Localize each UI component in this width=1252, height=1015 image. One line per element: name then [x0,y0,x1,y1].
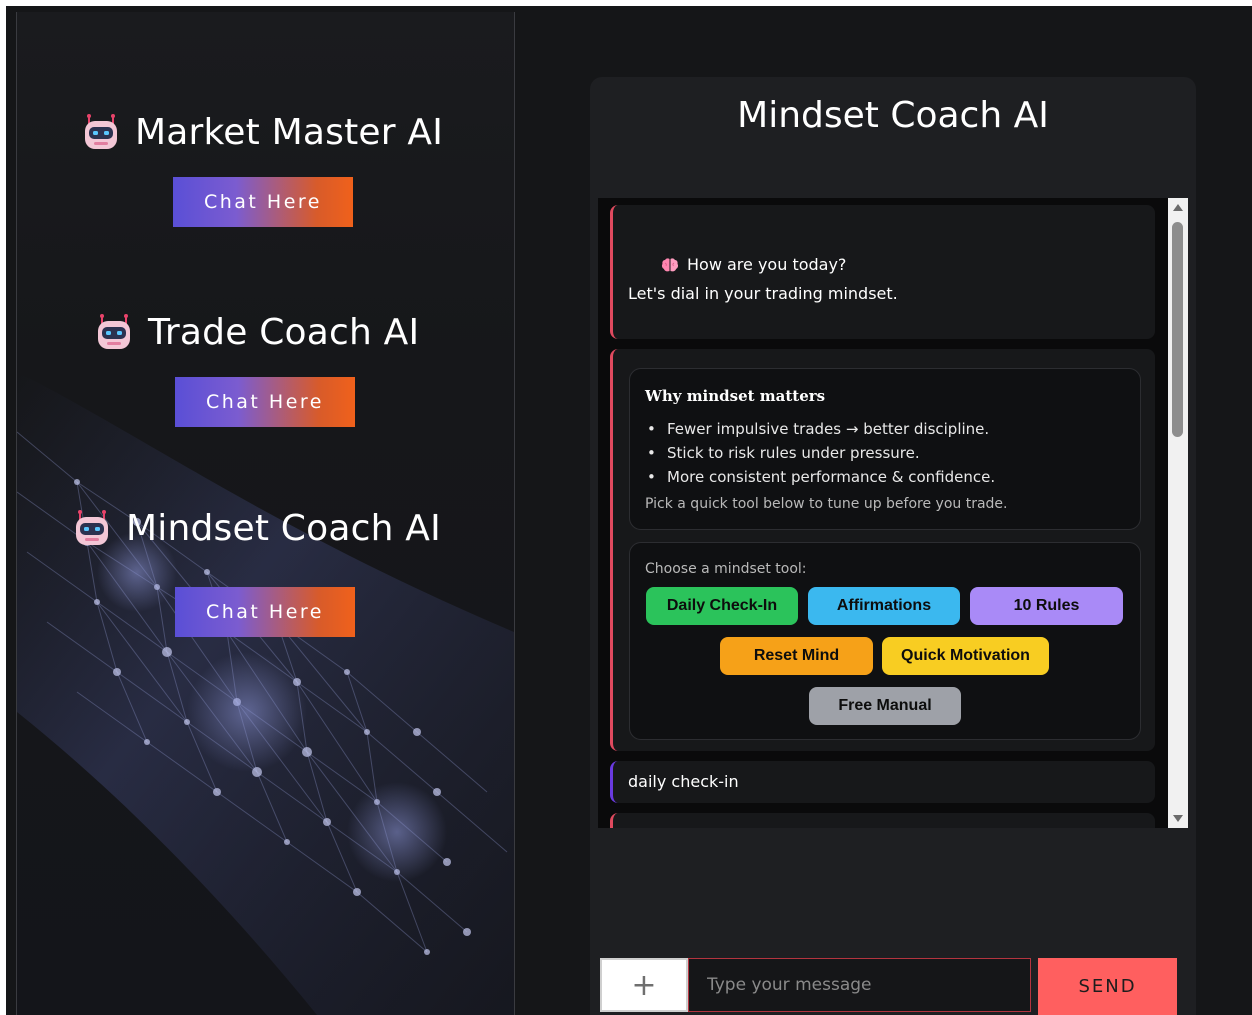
why-mindset-title: Why mindset matters [645,387,826,405]
bot-market-master: Market Master AI [81,102,443,162]
user-message-text: daily check-in [628,772,739,791]
panel-title: Mindset Coach AI [737,95,1049,136]
app-frame: Market Master AI Chat Here Trade Coach A… [6,6,1252,1015]
greeting-text: How are you today? [687,255,847,274]
bot-title: Mindset Coach AI [126,507,441,549]
chat-here-button-market-master[interactable]: Chat Here [173,177,353,227]
why-mindset-note: Pick a quick tool below to tune up befor… [645,496,1008,512]
chat-messages-area[interactable]: How are you today? Let's dial in your tr… [598,198,1188,828]
bot-mindset-coach: Mindset Coach AI [72,498,441,558]
why-mindset-card: Why mindset matters Fewer impulsive trad… [629,368,1141,530]
sidebar: Market Master AI Chat Here Trade Coach A… [16,12,515,1015]
scrollbar-thumb[interactable] [1172,222,1183,437]
list-item: Stick to risk rules under pressure. [645,441,995,465]
bot-title: Market Master AI [135,111,444,153]
list-item: Fewer impulsive trades → better discipli… [645,417,995,441]
bot-message-partial [610,813,1155,828]
greeting-subtext: Let's dial in your trading mindset. [628,284,898,303]
message-input[interactable] [688,958,1031,1012]
why-mindset-list: Fewer impulsive trades → better discipli… [645,417,995,489]
reset-mind-button[interactable]: Reset Mind [720,637,873,675]
robot-icon [85,114,117,149]
send-button[interactable]: SEND [1038,958,1177,1015]
robot-icon [76,510,108,545]
bot-title: Trade Coach AI [148,311,420,353]
ten-rules-button[interactable]: 10 Rules [970,587,1123,625]
mindset-tools-card: Choose a mindset tool: Daily Check-In Af… [629,542,1141,740]
brain-icon [661,257,679,271]
mindset-coach-panel: Mindset Coach AI How are you today? Let'… [590,77,1196,1015]
list-item: More consistent performance & confidence… [645,465,995,489]
chat-scrollbar[interactable] [1168,198,1188,828]
quick-motivation-button[interactable]: Quick Motivation [882,637,1049,675]
bot-trade-coach: Trade Coach AI [94,302,419,362]
bot-message-greeting: How are you today? Let's dial in your tr… [610,205,1155,339]
affirmations-button[interactable]: Affirmations [808,587,960,625]
scroll-down-arrow-icon[interactable] [1173,815,1183,822]
user-message: daily check-in [610,761,1155,803]
tools-label: Choose a mindset tool: [645,561,807,577]
greeting-line: How are you today? [661,255,846,274]
free-manual-button[interactable]: Free Manual [809,687,961,725]
bot-message-mindset: Why mindset matters Fewer impulsive trad… [610,349,1155,751]
chat-here-button-trade-coach[interactable]: Chat Here [175,377,355,427]
attach-plus-button[interactable]: + [600,958,688,1012]
daily-check-in-button[interactable]: Daily Check-In [646,587,798,625]
chat-here-button-mindset-coach[interactable]: Chat Here [175,587,355,637]
robot-icon [98,314,130,349]
scroll-up-arrow-icon[interactable] [1173,204,1183,211]
